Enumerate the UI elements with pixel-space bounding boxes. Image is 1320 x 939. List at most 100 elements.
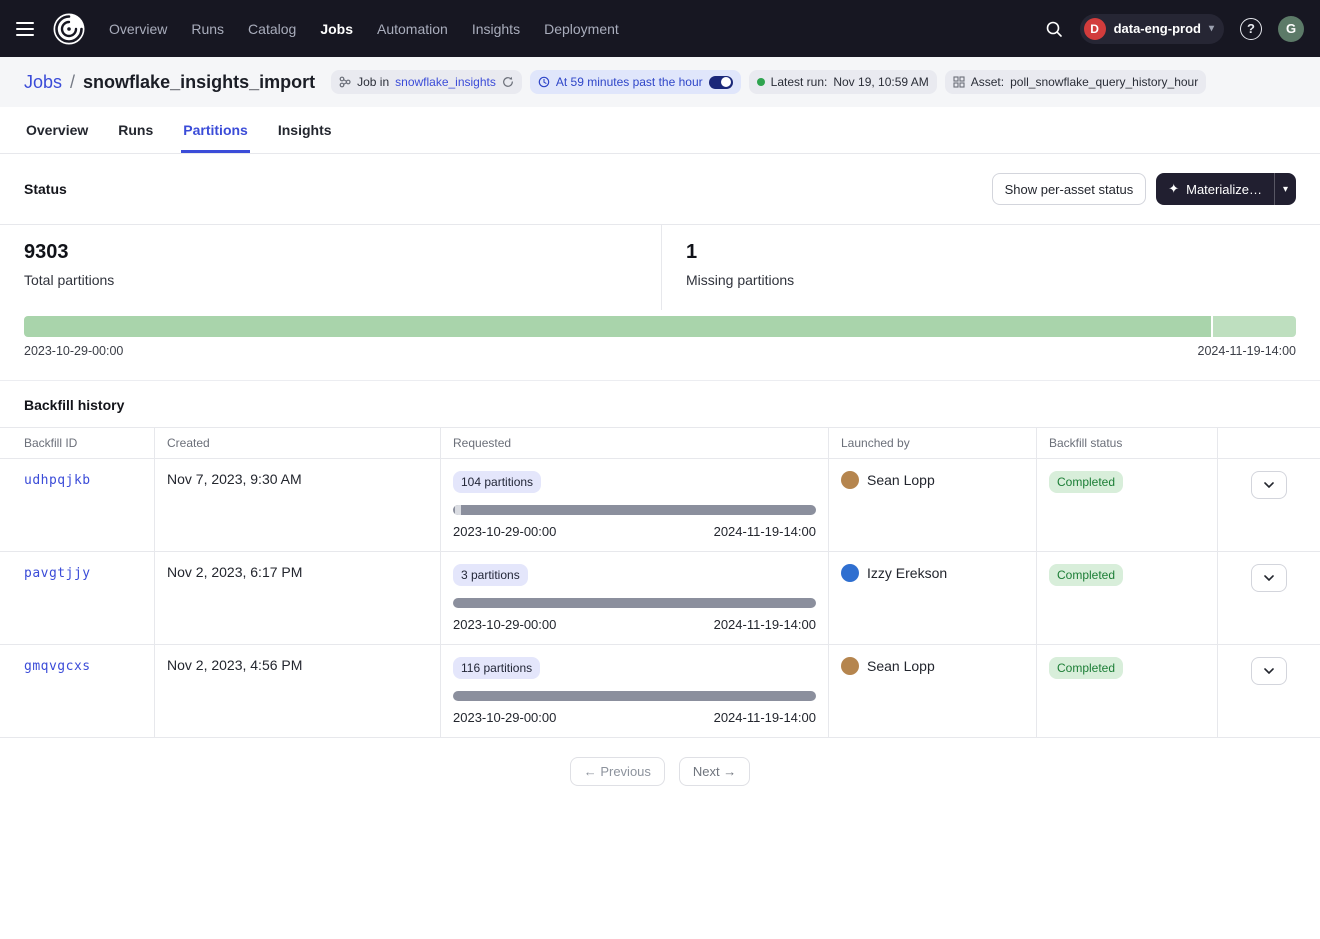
user-avatar[interactable]: G xyxy=(1278,16,1304,42)
backfill-id-link[interactable]: udhpqjkb xyxy=(24,473,91,488)
previous-page-button[interactable]: ← Previous xyxy=(570,757,665,786)
column-header-requested: Requested xyxy=(441,428,829,458)
range-bar-notch xyxy=(455,505,461,515)
breadcrumb-separator: / xyxy=(70,72,75,93)
backfill-range-end: 2024-11-19-14:00 xyxy=(714,710,816,725)
backfill-range-start: 2023-10-29-00:00 xyxy=(453,710,556,725)
breadcrumb: Jobs / snowflake_insights_import xyxy=(24,72,315,93)
backfill-range-bar xyxy=(453,691,816,701)
sparkle-icon: ✦ xyxy=(1168,181,1179,197)
column-header-launched-by: Launched by xyxy=(829,428,1037,458)
launcher-name: Izzy Erekson xyxy=(867,565,947,581)
schedule-toggle[interactable] xyxy=(709,76,733,89)
backfill-range-end: 2024-11-19-14:00 xyxy=(714,617,816,632)
status-badge: Completed xyxy=(1049,657,1123,679)
breadcrumb-jobs-link[interactable]: Jobs xyxy=(24,72,62,93)
backfill-range-start: 2023-10-29-00:00 xyxy=(453,617,556,632)
requested-partitions-badge[interactable]: 116 partitions xyxy=(453,657,540,679)
row-actions-button[interactable] xyxy=(1251,564,1287,592)
deployment-switcher[interactable]: D data-eng-prod ▾ xyxy=(1080,14,1224,44)
missing-partitions-stat: 1 Missing partitions xyxy=(661,225,1320,310)
backfill-range-end: 2024-11-19-14:00 xyxy=(714,524,816,539)
column-header-actions xyxy=(1218,428,1320,458)
menu-icon[interactable] xyxy=(16,15,44,43)
nav-item-deployment[interactable]: Deployment xyxy=(533,13,630,45)
asset-name-link[interactable]: poll_snowflake_query_history_hour xyxy=(1010,75,1198,89)
tab-runs[interactable]: Runs xyxy=(116,107,155,153)
top-nav: Overview Runs Catalog Jobs Automation In… xyxy=(0,0,1320,57)
launcher-avatar xyxy=(841,657,859,675)
materialize-dropdown-button[interactable]: ▾ xyxy=(1274,173,1296,205)
schedule-label: At 59 minutes past the hour xyxy=(556,75,703,89)
health-segment-recent xyxy=(1213,316,1296,337)
sensor-refresh-icon xyxy=(502,76,514,88)
tab-partitions[interactable]: Partitions xyxy=(181,107,250,153)
dagster-logo[interactable] xyxy=(52,12,86,46)
launcher-name: Sean Lopp xyxy=(867,658,935,674)
materialize-label: Materialize… xyxy=(1186,182,1262,197)
chevron-down-icon: ▾ xyxy=(1209,23,1214,34)
primary-nav: Overview Runs Catalog Jobs Automation In… xyxy=(98,13,630,45)
tab-insights[interactable]: Insights xyxy=(276,107,334,153)
launcher-avatar xyxy=(841,564,859,582)
requested-partitions-badge[interactable]: 3 partitions xyxy=(453,564,528,586)
clock-icon xyxy=(538,76,550,88)
deployment-avatar: D xyxy=(1084,18,1106,40)
backfill-created: Nov 7, 2023, 9:30 AM xyxy=(167,471,302,487)
latest-run-time[interactable]: Nov 19, 10:59 AM xyxy=(833,75,928,89)
tab-overview[interactable]: Overview xyxy=(24,107,90,153)
nav-item-insights[interactable]: Insights xyxy=(461,13,531,45)
chevron-down-icon xyxy=(1264,575,1274,581)
next-page-button[interactable]: Next → xyxy=(679,757,750,786)
partition-health: 2023-10-29-00:00 2024-11-19-14:00 xyxy=(24,316,1296,358)
backfill-range-start: 2023-10-29-00:00 xyxy=(453,524,556,539)
missing-partitions-value: 1 xyxy=(686,241,1296,264)
backfill-range-bar xyxy=(453,505,816,515)
job-tabs: Overview Runs Partitions Insights xyxy=(0,107,1320,154)
partition-stats: 9303 Total partitions 1 Missing partitio… xyxy=(0,224,1320,310)
nav-item-catalog[interactable]: Catalog xyxy=(237,13,307,45)
total-partitions-stat: 9303 Total partitions xyxy=(0,225,661,310)
chevron-down-icon xyxy=(1264,482,1274,488)
job-graph-icon xyxy=(339,76,351,88)
column-header-backfill-id: Backfill ID xyxy=(0,428,155,458)
page-title: snowflake_insights_import xyxy=(83,72,315,93)
missing-partitions-label: Missing partitions xyxy=(686,272,1296,288)
nav-item-jobs[interactable]: Jobs xyxy=(309,13,364,45)
column-header-created: Created xyxy=(155,428,441,458)
row-actions-button[interactable] xyxy=(1251,657,1287,685)
job-location-tag: Job in snowflake_insights xyxy=(331,70,522,94)
launcher-name: Sean Lopp xyxy=(867,472,935,488)
search-icon[interactable] xyxy=(1044,19,1064,39)
latest-run-prefix: Latest run: xyxy=(771,75,828,89)
latest-run-tag: Latest run: Nov 19, 10:59 AM xyxy=(749,70,937,94)
help-icon[interactable]: ? xyxy=(1240,18,1262,40)
table-row: pavgtjjy Nov 2, 2023, 6:17 PM 3 partitio… xyxy=(0,552,1320,645)
launcher-avatar xyxy=(841,471,859,489)
backfill-id-link[interactable]: pavgtjjy xyxy=(24,566,91,581)
materialize-button[interactable]: ✦ Materialize… xyxy=(1156,173,1274,205)
schedule-tag: At 59 minutes past the hour xyxy=(530,70,741,94)
nav-item-runs[interactable]: Runs xyxy=(180,13,235,45)
status-section-title: Status xyxy=(24,181,67,197)
code-location-link[interactable]: snowflake_insights xyxy=(395,75,496,89)
backfill-table-header: Backfill ID Created Requested Launched b… xyxy=(0,427,1320,459)
partition-health-bar[interactable] xyxy=(24,316,1296,337)
asset-prefix: Asset: xyxy=(971,75,1004,89)
show-per-asset-status-button[interactable]: Show per-asset status xyxy=(992,173,1147,205)
asset-grid-icon xyxy=(953,76,965,88)
status-header-row: Status Show per-asset status ✦ Materiali… xyxy=(0,154,1320,224)
row-actions-button[interactable] xyxy=(1251,471,1287,499)
backfill-id-link[interactable]: gmqvgcxs xyxy=(24,659,91,674)
column-header-backfill-status: Backfill status xyxy=(1037,428,1218,458)
backfill-created: Nov 2, 2023, 6:17 PM xyxy=(167,564,302,580)
total-partitions-label: Total partitions xyxy=(24,272,637,288)
nav-item-overview[interactable]: Overview xyxy=(98,13,178,45)
requested-partitions-badge[interactable]: 104 partitions xyxy=(453,471,541,493)
table-row: udhpqjkb Nov 7, 2023, 9:30 AM 104 partit… xyxy=(0,459,1320,552)
status-badge: Completed xyxy=(1049,564,1123,586)
nav-item-automation[interactable]: Automation xyxy=(366,13,459,45)
health-range-start: 2023-10-29-00:00 xyxy=(24,344,123,358)
health-segment-materialized xyxy=(24,316,1211,337)
pagination: ← Previous Next → xyxy=(0,757,1320,786)
